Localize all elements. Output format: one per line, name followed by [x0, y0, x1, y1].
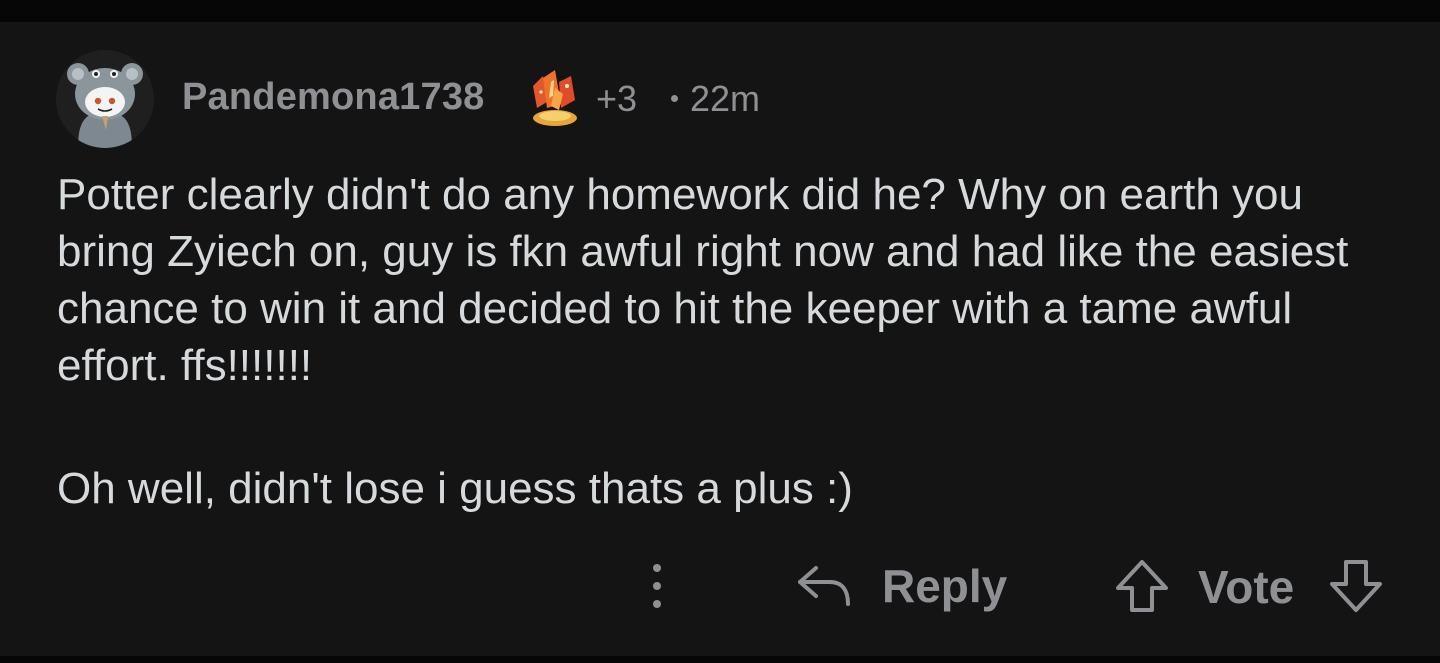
gem-award-icon[interactable] — [527, 68, 583, 128]
award-count: +3 — [596, 78, 638, 119]
comment-paragraph: Potter clearly didn't do any homework di… — [57, 170, 1349, 390]
user-avatar-icon[interactable] — [56, 50, 154, 148]
upvote-arrow-icon[interactable] — [1114, 558, 1170, 614]
separator-dot — [671, 95, 678, 102]
comment-paragraph: Oh well, didn't lose i guess thats a plu… — [57, 464, 853, 513]
more-vertical-icon[interactable] — [640, 560, 674, 612]
vote-label: Vote — [1198, 561, 1295, 613]
comment-author[interactable]: Pandemona1738 — [182, 76, 485, 119]
downvote-arrow-icon[interactable] — [1328, 558, 1384, 614]
comment-timestamp: 22m — [690, 78, 761, 119]
reply-button[interactable]: Reply — [796, 556, 1007, 616]
reply-arrow-icon — [798, 566, 850, 606]
comment-body: Potter clearly didn't do any homework di… — [57, 166, 1387, 517]
bottom-divider — [0, 656, 1440, 663]
top-divider — [0, 0, 1440, 22]
reply-label: Reply — [882, 560, 1008, 612]
